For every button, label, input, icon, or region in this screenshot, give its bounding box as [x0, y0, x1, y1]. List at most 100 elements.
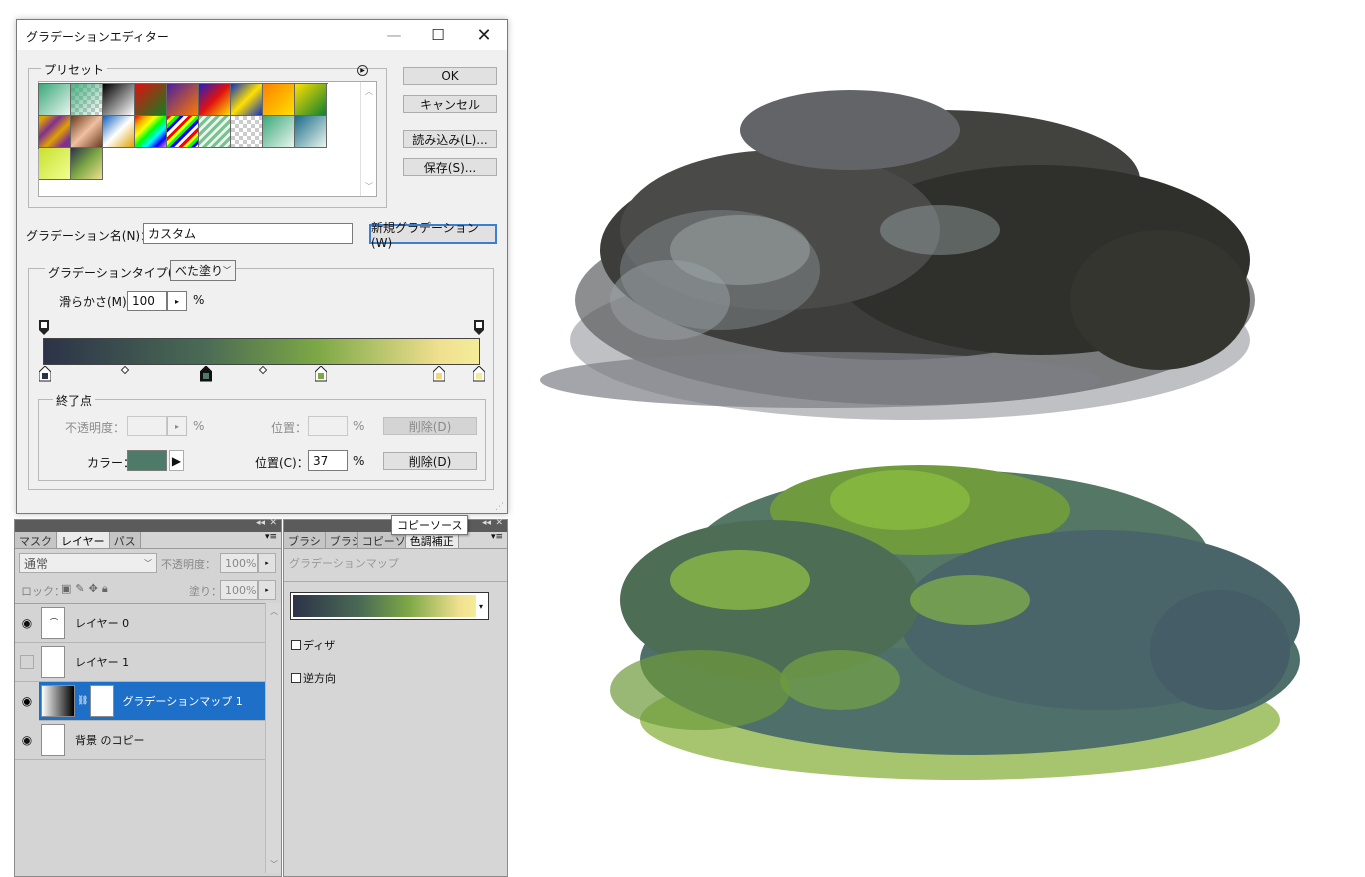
layers-tabs: マスク レイヤー パス ▾≡ [15, 532, 281, 549]
opacity-stop-right[interactable] [474, 320, 484, 336]
preset-swatch[interactable] [263, 84, 295, 116]
layer-row[interactable]: ◉ ⌒ レイヤー 0 [15, 604, 265, 643]
preset-swatch[interactable] [71, 84, 103, 116]
brush-icon[interactable]: ✎ [75, 582, 88, 595]
dialog-title: グラデーションエディター [26, 30, 169, 44]
preset-swatch[interactable] [167, 84, 199, 116]
opacity-stop-left[interactable] [39, 320, 49, 336]
minimize-button[interactable]: — [371, 20, 417, 50]
layer-row[interactable]: レイヤー 1 [15, 643, 265, 682]
move-icon[interactable]: ✥ [89, 582, 102, 595]
preset-swatch[interactable] [231, 116, 263, 148]
reverse-checkbox[interactable] [291, 673, 301, 683]
fill-input[interactable]: 100% [220, 580, 258, 600]
layer-row-selected[interactable]: ◉ ⛓ グラデーションマップ 1 [15, 681, 265, 721]
preset-swatch[interactable] [39, 148, 71, 180]
layers-scrollbar[interactable]: ︿ ﹀ [265, 603, 281, 873]
chevron-down-icon[interactable]: ▾ [476, 595, 486, 617]
close-button[interactable]: ✕ [461, 20, 507, 50]
color-menu-button[interactable]: ▶ [169, 450, 184, 471]
preset-swatch[interactable] [199, 84, 231, 116]
presets-menu-icon[interactable]: ▶ [357, 65, 368, 76]
preset-swatch[interactable] [39, 84, 71, 116]
layer-name: 背景 のコピー [75, 734, 145, 747]
presets-scrollbar[interactable]: ︿ ﹀ [360, 82, 376, 196]
maximize-button[interactable]: ☐ [415, 20, 461, 50]
preset-swatch[interactable] [199, 116, 231, 148]
panel-menu-icon[interactable]: ▾≡ [491, 532, 503, 548]
collapse-icon[interactable]: ◂◂ [482, 518, 491, 528]
close-icon[interactable]: ✕ [495, 518, 503, 528]
layer-name: レイヤー 1 [75, 656, 130, 669]
tab-layers[interactable]: レイヤー [57, 532, 110, 548]
lock-icon[interactable]: 🔒︎ [102, 582, 112, 595]
gradient-name-label: グラデーション名(N)： [26, 229, 153, 243]
scroll-down-icon[interactable]: ﹀ [270, 859, 278, 870]
gradient-type-select[interactable]: べた塗り ﹀ [170, 260, 236, 281]
visibility-eye-icon[interactable]: ◉ [15, 733, 39, 747]
smoothness-slider-button[interactable]: ▸ [167, 291, 187, 311]
preset-swatch[interactable] [295, 84, 327, 116]
preset-swatch[interactable] [103, 116, 135, 148]
color-stop-selected[interactable] [200, 366, 212, 382]
preset-swatch[interactable] [295, 116, 327, 148]
preset-swatch[interactable] [103, 84, 135, 116]
tab-brush[interactable]: ブラシ [284, 532, 326, 548]
layer-opacity-input[interactable]: 100% [220, 553, 258, 573]
visibility-eye-icon[interactable]: ◉ [15, 616, 39, 630]
new-gradient-button[interactable]: 新規グラデーション(W) [369, 221, 497, 250]
fill-slider-button[interactable]: ▸ [258, 580, 276, 600]
color-stop-yellow[interactable] [433, 366, 445, 382]
gradient-preview-bar[interactable] [43, 338, 480, 365]
gradient-map-picker[interactable]: ▾ [290, 592, 489, 620]
color-swatch[interactable] [127, 450, 167, 471]
layer-opacity-slider-button[interactable]: ▸ [258, 553, 276, 573]
collapse-icon[interactable]: ◂◂ [256, 518, 265, 528]
smoothness-input[interactable]: 100 [127, 291, 167, 311]
color-position-percent: % [353, 454, 365, 468]
ok-button[interactable]: OK [403, 67, 497, 85]
tab-mask[interactable]: マスク [15, 532, 57, 548]
scroll-up-icon[interactable]: ︿ [365, 86, 373, 97]
stops-label: 終了点 [53, 392, 96, 409]
preset-swatch[interactable] [135, 116, 167, 148]
blend-mode-select[interactable]: 通常 ﹀ [19, 553, 157, 573]
visibility-toggle-empty[interactable] [20, 655, 34, 669]
resize-grip-icon[interactable]: ⋰ [495, 502, 504, 512]
visibility-eye-icon[interactable]: ◉ [15, 681, 39, 721]
tooltip: コピーソース [391, 515, 469, 535]
color-stop-0[interactable] [39, 366, 51, 382]
scroll-down-icon[interactable]: ﹀ [365, 181, 373, 192]
load-button[interactable]: 読み込み(L)... [403, 130, 497, 148]
tab-paths[interactable]: パス [109, 532, 141, 548]
dither-label: ディザ [303, 639, 336, 652]
lock-transparent-icon[interactable]: ▣ [61, 582, 75, 595]
preset-swatch[interactable] [71, 148, 103, 180]
layer-thumbnail [41, 724, 65, 756]
layer-row[interactable]: ◉ 背景 のコピー [15, 721, 265, 760]
preset-swatch[interactable] [39, 116, 71, 148]
layer-name: レイヤー 0 [75, 617, 130, 630]
tab-brush-presets[interactable]: ブラシ [325, 532, 358, 548]
color-position-input[interactable]: 37 [308, 450, 348, 471]
preset-swatch[interactable] [135, 84, 167, 116]
link-icon[interactable]: ⛓ [77, 696, 88, 706]
play-arrow-icon: ▸ [174, 421, 179, 431]
save-button[interactable]: 保存(S)... [403, 158, 497, 176]
opacity-position-label: 位置： [271, 421, 308, 435]
delete-color-stop-button[interactable]: 削除(D) [383, 452, 477, 470]
preset-swatch[interactable] [231, 84, 263, 116]
dither-checkbox[interactable] [291, 640, 301, 650]
preset-swatch[interactable] [167, 116, 199, 148]
close-icon[interactable]: ✕ [269, 518, 277, 528]
opacity-percent: % [193, 419, 205, 433]
preset-swatch[interactable] [263, 116, 295, 148]
scroll-up-icon[interactable]: ︿ [270, 606, 278, 617]
color-stop-green[interactable] [315, 366, 327, 382]
layer-list: ◉ ⌒ レイヤー 0 レイヤー 1 ◉ ⛓ グラデーションマップ 1 ◉ 背景 … [15, 603, 265, 873]
cancel-button[interactable]: キャンセル [403, 95, 497, 113]
panel-menu-icon[interactable]: ▾≡ [265, 532, 277, 548]
preset-swatch[interactable] [71, 116, 103, 148]
gradient-name-input[interactable]: カスタム [143, 223, 353, 244]
color-stop-end[interactable] [473, 366, 485, 382]
